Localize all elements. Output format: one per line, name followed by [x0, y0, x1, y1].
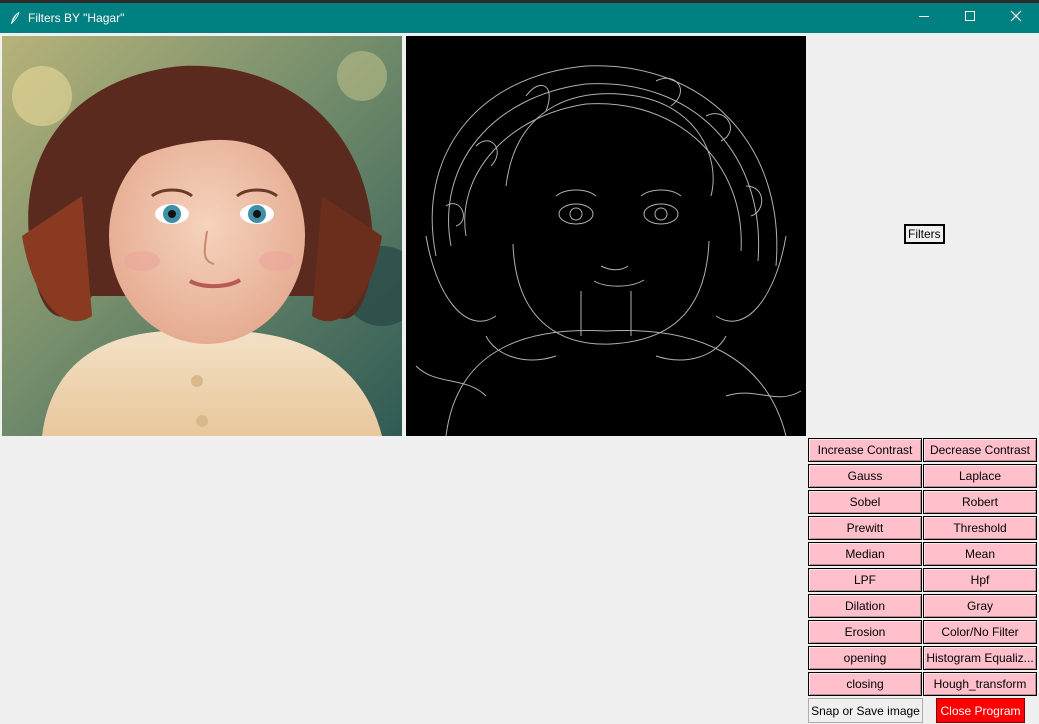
maximize-icon [964, 9, 976, 27]
filter-button-histogram-equaliz[interactable]: Histogram Equaliz... [923, 646, 1037, 670]
filter-button-hpf[interactable]: Hpf [923, 568, 1037, 592]
filter-button-closing[interactable]: closing [808, 672, 922, 696]
feather-icon [8, 11, 22, 25]
filter-button-gray[interactable]: Gray [923, 594, 1037, 618]
filter-button-decrease-contrast[interactable]: Decrease Contrast [923, 438, 1037, 462]
window-controls [901, 3, 1039, 33]
title-bar[interactable]: Filters BY "Hagar" [0, 3, 1039, 33]
filter-button-hough-transform[interactable]: Hough_transform [923, 672, 1037, 696]
original-image [2, 36, 402, 436]
app-client-area: Filters Increase Contrast Decrease Contra… [0, 33, 1039, 724]
filtered-image [406, 36, 806, 436]
filter-button-dilation[interactable]: Dilation [808, 594, 922, 618]
minimize-button[interactable] [901, 3, 947, 33]
filters-label: Filters [904, 224, 945, 244]
filter-button-median[interactable]: Median [808, 542, 922, 566]
filter-button-increase-contrast[interactable]: Increase Contrast [808, 438, 922, 462]
filter-button-lpf[interactable]: LPF [808, 568, 922, 592]
close-window-button[interactable] [993, 3, 1039, 33]
filter-button-prewitt[interactable]: Prewitt [808, 516, 922, 540]
close-icon [1010, 9, 1022, 27]
filter-button-sobel[interactable]: Sobel [808, 490, 922, 514]
filter-button-color-no-filter[interactable]: Color/No Filter [923, 620, 1037, 644]
minimize-icon [918, 9, 930, 27]
close-program-button[interactable]: Close Program [936, 698, 1025, 723]
maximize-button[interactable] [947, 3, 993, 33]
filter-button-erosion[interactable]: Erosion [808, 620, 922, 644]
snap-save-button[interactable]: Snap or Save image [808, 698, 923, 723]
filter-button-laplace[interactable]: Laplace [923, 464, 1037, 488]
window-title: Filters BY "Hagar" [28, 11, 125, 25]
filter-button-mean[interactable]: Mean [923, 542, 1037, 566]
filter-button-threshold[interactable]: Threshold [923, 516, 1037, 540]
filter-button-opening[interactable]: opening [808, 646, 922, 670]
filter-button-robert[interactable]: Robert [923, 490, 1037, 514]
filter-button-gauss[interactable]: Gauss [808, 464, 922, 488]
